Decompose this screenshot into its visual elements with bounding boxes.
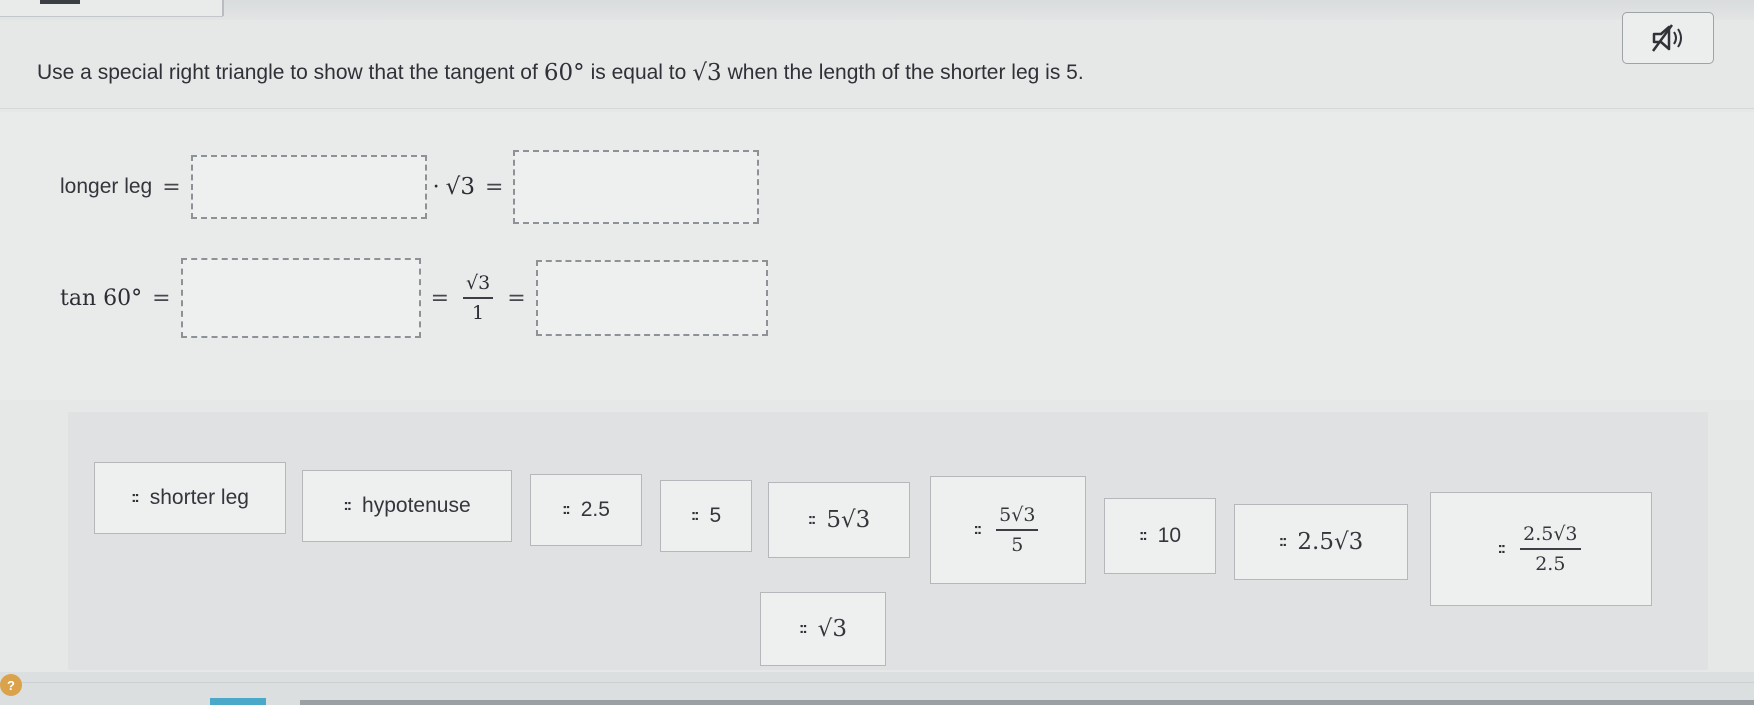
answer-chip-5[interactable]: :: 5 [660,480,752,552]
drag-handle-icon: :: [1278,533,1288,550]
longer-leg-label: longer leg [60,175,153,198]
multiply-dot: · [432,174,440,200]
help-icon[interactable]: ? [0,674,22,696]
question-part2: is equal to [590,61,687,84]
equals-sign: = [162,174,181,200]
scroll-track [300,700,1754,705]
divider [0,108,1754,109]
footer-line [0,682,1754,683]
fraction-bar [463,297,494,299]
answer-chip-hypotenuse[interactable]: :: hypotenuse [302,470,512,542]
chip-label: 10 [1157,524,1181,547]
progress-indicator [210,698,266,705]
drag-handle-icon: :: [807,511,817,528]
question-part1: Use a special right triangle to show tha… [37,61,538,84]
browser-top-strip [0,0,1754,20]
chip-label: hypotenuse [362,494,471,517]
sqrt-three: √3 [445,174,475,200]
drop-target-longer-leg-result[interactable] [513,150,760,224]
question-text: Use a special right triangle to show tha… [37,60,1084,86]
fraction-bar [1520,548,1581,550]
chip-label: 2.5 [580,498,610,521]
fraction-numerator: 2.5√3 [1523,523,1578,545]
drag-handle-icon: :: [131,489,140,506]
question-value: √3 [692,60,722,86]
answer-chip-10[interactable]: :: 10 [1104,498,1216,574]
equals-sign: = [430,285,449,311]
drop-target-tangent-ratio[interactable] [180,258,421,338]
chip-fraction: 2.5√3 2.5 [1520,523,1581,575]
drag-handle-icon: :: [973,521,983,538]
chip-label: √3 [817,616,847,642]
chip-fraction: 5√3 5 [996,504,1039,556]
fraction-numerator: √3 [466,272,491,294]
answer-chip-2-5[interactable]: :: 2.5 [530,474,642,546]
tab-divider [222,0,224,16]
chip-label: 2.5√3 [1297,529,1364,555]
question-part3: when the length of the shorter leg is 5. [727,61,1084,84]
drag-handle-icon: :: [1138,527,1148,544]
answer-chip-root-3[interactable]: :: √3 [760,592,886,666]
answer-chip-2-5-root-3[interactable]: :: 2.5√3 [1234,504,1408,580]
answer-chip-shorter-leg[interactable]: :: shorter leg [94,462,286,534]
fraction-numerator: 5√3 [999,504,1036,526]
answer-chip-5-root-3-over-5[interactable]: :: 5√3 5 [930,476,1086,584]
drag-handle-icon: :: [562,501,571,518]
tab-fragment[interactable] [0,0,223,17]
question-angle: 60° [543,60,585,86]
drop-target-shorter-leg-value[interactable] [190,155,427,219]
equals-sign: = [152,285,171,311]
fraction-bar [996,529,1039,531]
fraction-denominator: 2.5 [1535,553,1566,575]
tan-60-label: tan 60° [60,285,143,311]
equals-sign: = [484,174,504,200]
equals-sign: = [507,285,526,311]
speaker-muted-icon [1651,24,1682,52]
answer-chip-5-root-3[interactable]: :: 5√3 [768,482,910,558]
drag-handle-icon: :: [343,497,352,514]
chip-label: 5√3 [826,507,871,533]
text-to-speech-button[interactable] [1622,12,1714,64]
chip-label: shorter leg [149,486,249,509]
tab-indicator [40,0,80,4]
chip-label: 5 [709,504,722,527]
fraction-denominator: 1 [472,302,485,324]
answer-chip-2-5-root-3-over-2-5[interactable]: :: 2.5√3 2.5 [1430,492,1652,606]
fraction-denominator: 5 [1011,534,1024,556]
drag-handle-icon: :: [799,620,808,637]
drag-handle-icon: :: [1497,540,1506,557]
drag-handle-icon: :: [690,507,700,524]
equation-tangent: tan 60° = = √3 1 = [60,258,768,338]
drop-target-tangent-result[interactable] [535,260,768,336]
fraction-sqrt3-over-1: √3 1 [463,272,494,324]
equation-longer-leg: longer leg = · √3 = [60,150,760,224]
